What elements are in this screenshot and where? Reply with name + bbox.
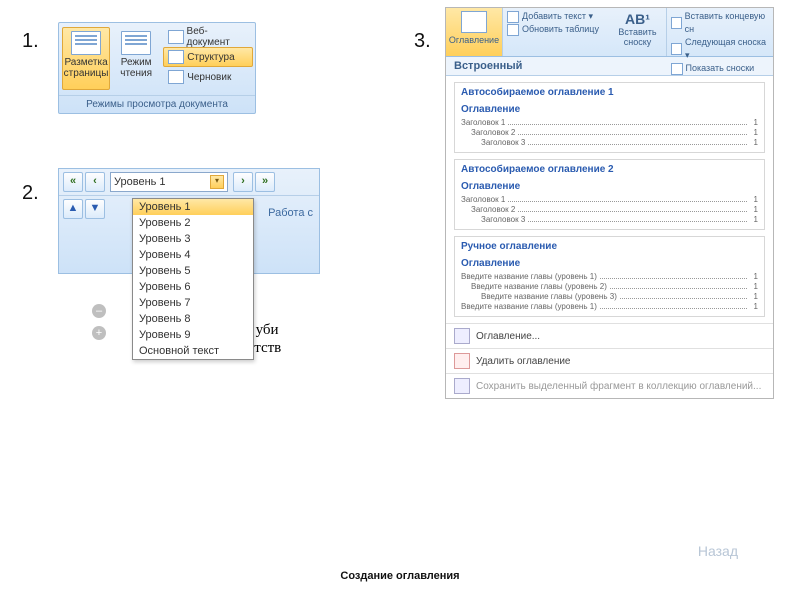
view-modes-panel: Разметка страницы Режим чтения Веб-докум… (58, 22, 256, 114)
toc-style-manual[interactable]: Ручное оглавление Оглавление Введите наз… (454, 236, 765, 317)
move-up-icon[interactable]: ▲ (63, 199, 83, 219)
move-down-icon[interactable]: ▼ (85, 199, 105, 219)
web-icon (168, 30, 183, 44)
page-layout-icon (71, 31, 101, 55)
toc-preview-line: Введите название главы (уровень 3)1 (461, 292, 758, 301)
demote-bottom-icon[interactable]: » (255, 172, 275, 192)
combo-value: Уровень 1 (114, 176, 166, 188)
outline-level-combo[interactable]: Уровень 1 ▾ (110, 172, 228, 192)
add-text-button[interactable]: Добавить текст ▾ (507, 10, 606, 23)
toc-preview-line: Заголовок 21 (461, 128, 758, 137)
card-heading: Оглавление (461, 104, 758, 115)
outline-level-option[interactable]: Основной текст (133, 343, 253, 359)
remove-toc-label: Удалить оглавление (476, 356, 571, 367)
card-heading: Оглавление (461, 181, 758, 192)
demote-icon[interactable]: › (233, 172, 253, 192)
outline-level-option[interactable]: Уровень 1 (133, 199, 253, 215)
update-table-button[interactable]: Обновить таблицу (507, 23, 606, 36)
show-footnotes-icon (671, 63, 683, 75)
structure-button[interactable]: Структура (163, 47, 253, 67)
references-ribbon: Оглавление Добавить текст ▾ Обновить таб… (446, 8, 773, 57)
draft-icon (168, 70, 184, 84)
card-title: Автособираемое оглавление 1 (461, 87, 758, 98)
add-text-label: Добавить текст ▾ (522, 10, 593, 23)
next-footnote-icon (671, 43, 683, 55)
chevron-down-icon[interactable]: ▾ (210, 175, 224, 189)
add-text-icon (507, 11, 519, 23)
toc-style-auto1[interactable]: Автособираемое оглавление 1 Оглавление З… (454, 82, 765, 153)
page-layout-button[interactable]: Разметка страницы (62, 27, 110, 90)
outline-level-dropdown[interactable]: Уровень 1Уровень 2Уровень 3Уровень 4Уров… (132, 198, 254, 360)
outline-level-option[interactable]: Уровень 9 (133, 327, 253, 343)
next-footnote-button[interactable]: Следующая сноска ▾ (671, 36, 770, 62)
back-link[interactable]: Назад (698, 543, 738, 559)
toc-preview-line: Заголовок 31 (461, 138, 758, 147)
toc-style-auto2[interactable]: Автособираемое оглавление 2 Оглавление З… (454, 159, 765, 230)
reading-mode-icon (121, 31, 151, 55)
remove-toc-icon (454, 353, 470, 369)
remove-toc-option[interactable]: Удалить оглавление (446, 348, 773, 373)
structure-icon (168, 50, 184, 64)
toc-dialog-option[interactable]: Оглавление... (446, 323, 773, 348)
slide-caption: Создание оглавления (0, 570, 800, 582)
toc-preview-line: Заголовок 21 (461, 205, 758, 214)
toc-option-label: Оглавление... (476, 331, 540, 342)
insert-footnote-label: Вставить сноску (618, 27, 656, 47)
next-footnote-label: Следующая сноска ▾ (685, 36, 769, 62)
outline-level-option[interactable]: Уровень 5 (133, 263, 253, 279)
show-footnotes-label: Показать сноски (686, 62, 755, 75)
draft-button[interactable]: Черновик (163, 67, 253, 87)
toc-option-icon (454, 328, 470, 344)
toc-preview-line: Заголовок 31 (461, 215, 758, 224)
outline-level-option[interactable]: Уровень 2 (133, 215, 253, 231)
promote-icon[interactable]: ‹ (85, 172, 105, 192)
outline-context-label: Работа с (268, 207, 313, 219)
draft-label: Черновик (187, 72, 231, 83)
card-heading: Оглавление (461, 258, 758, 269)
page-layout-label: Разметка страницы (64, 57, 109, 79)
toc-preview-line: Введите название главы (уровень 1)1 (461, 302, 758, 311)
save-selection-option: Сохранить выделенный фрагмент в коллекци… (446, 373, 773, 398)
toc-ribbon-button[interactable]: Оглавление (446, 8, 503, 56)
endnote-label: Вставить концевую сн (685, 10, 769, 36)
card-title: Ручное оглавление (461, 241, 758, 252)
card-title: Автособираемое оглавление 2 (461, 164, 758, 175)
footnote-ab-icon: AB¹ (610, 11, 666, 27)
toc-gallery-panel: Оглавление Добавить текст ▾ Обновить таб… (445, 7, 774, 399)
web-label: Веб-документ (187, 26, 248, 48)
toc-icon (461, 11, 487, 33)
reading-mode-label: Режим чтения (120, 57, 152, 79)
save-selection-icon (454, 378, 470, 394)
step-number-1: 1. (22, 30, 39, 53)
web-document-button[interactable]: Веб-документ (163, 27, 253, 47)
toc-preview-line: Заголовок 11 (461, 118, 758, 127)
promote-top-icon[interactable]: « (63, 172, 83, 192)
outline-level-option[interactable]: Уровень 4 (133, 247, 253, 263)
collapse-icon[interactable]: – (92, 304, 106, 318)
toc-preview-line: Введите название главы (уровень 2)1 (461, 282, 758, 291)
expand-icon[interactable]: + (92, 326, 106, 340)
update-icon (507, 24, 519, 36)
outline-level-option[interactable]: Уровень 3 (133, 231, 253, 247)
insert-endnote-button[interactable]: Вставить концевую сн (671, 10, 770, 36)
update-table-label: Обновить таблицу (522, 23, 599, 36)
step-number-2: 2. (22, 182, 39, 205)
structure-label: Структура (187, 52, 234, 63)
outline-level-option[interactable]: Уровень 7 (133, 295, 253, 311)
toc-preview-line: Введите название главы (уровень 1)1 (461, 272, 758, 281)
endnote-icon (671, 17, 682, 29)
insert-footnote-button[interactable]: AB¹ Вставить сноску (610, 8, 667, 56)
toc-ribbon-label: Оглавление (449, 35, 499, 45)
show-footnotes-button[interactable]: Показать сноски (671, 62, 770, 75)
reading-mode-button[interactable]: Режим чтения (112, 27, 160, 90)
outline-level-option[interactable]: Уровень 6 (133, 279, 253, 295)
save-selection-label: Сохранить выделенный фрагмент в коллекци… (476, 381, 761, 392)
toc-preview-line: Заголовок 11 (461, 195, 758, 204)
view-modes-caption: Режимы просмотра документа (59, 95, 255, 113)
step-number-3: 3. (414, 30, 431, 53)
outline-level-option[interactable]: Уровень 8 (133, 311, 253, 327)
